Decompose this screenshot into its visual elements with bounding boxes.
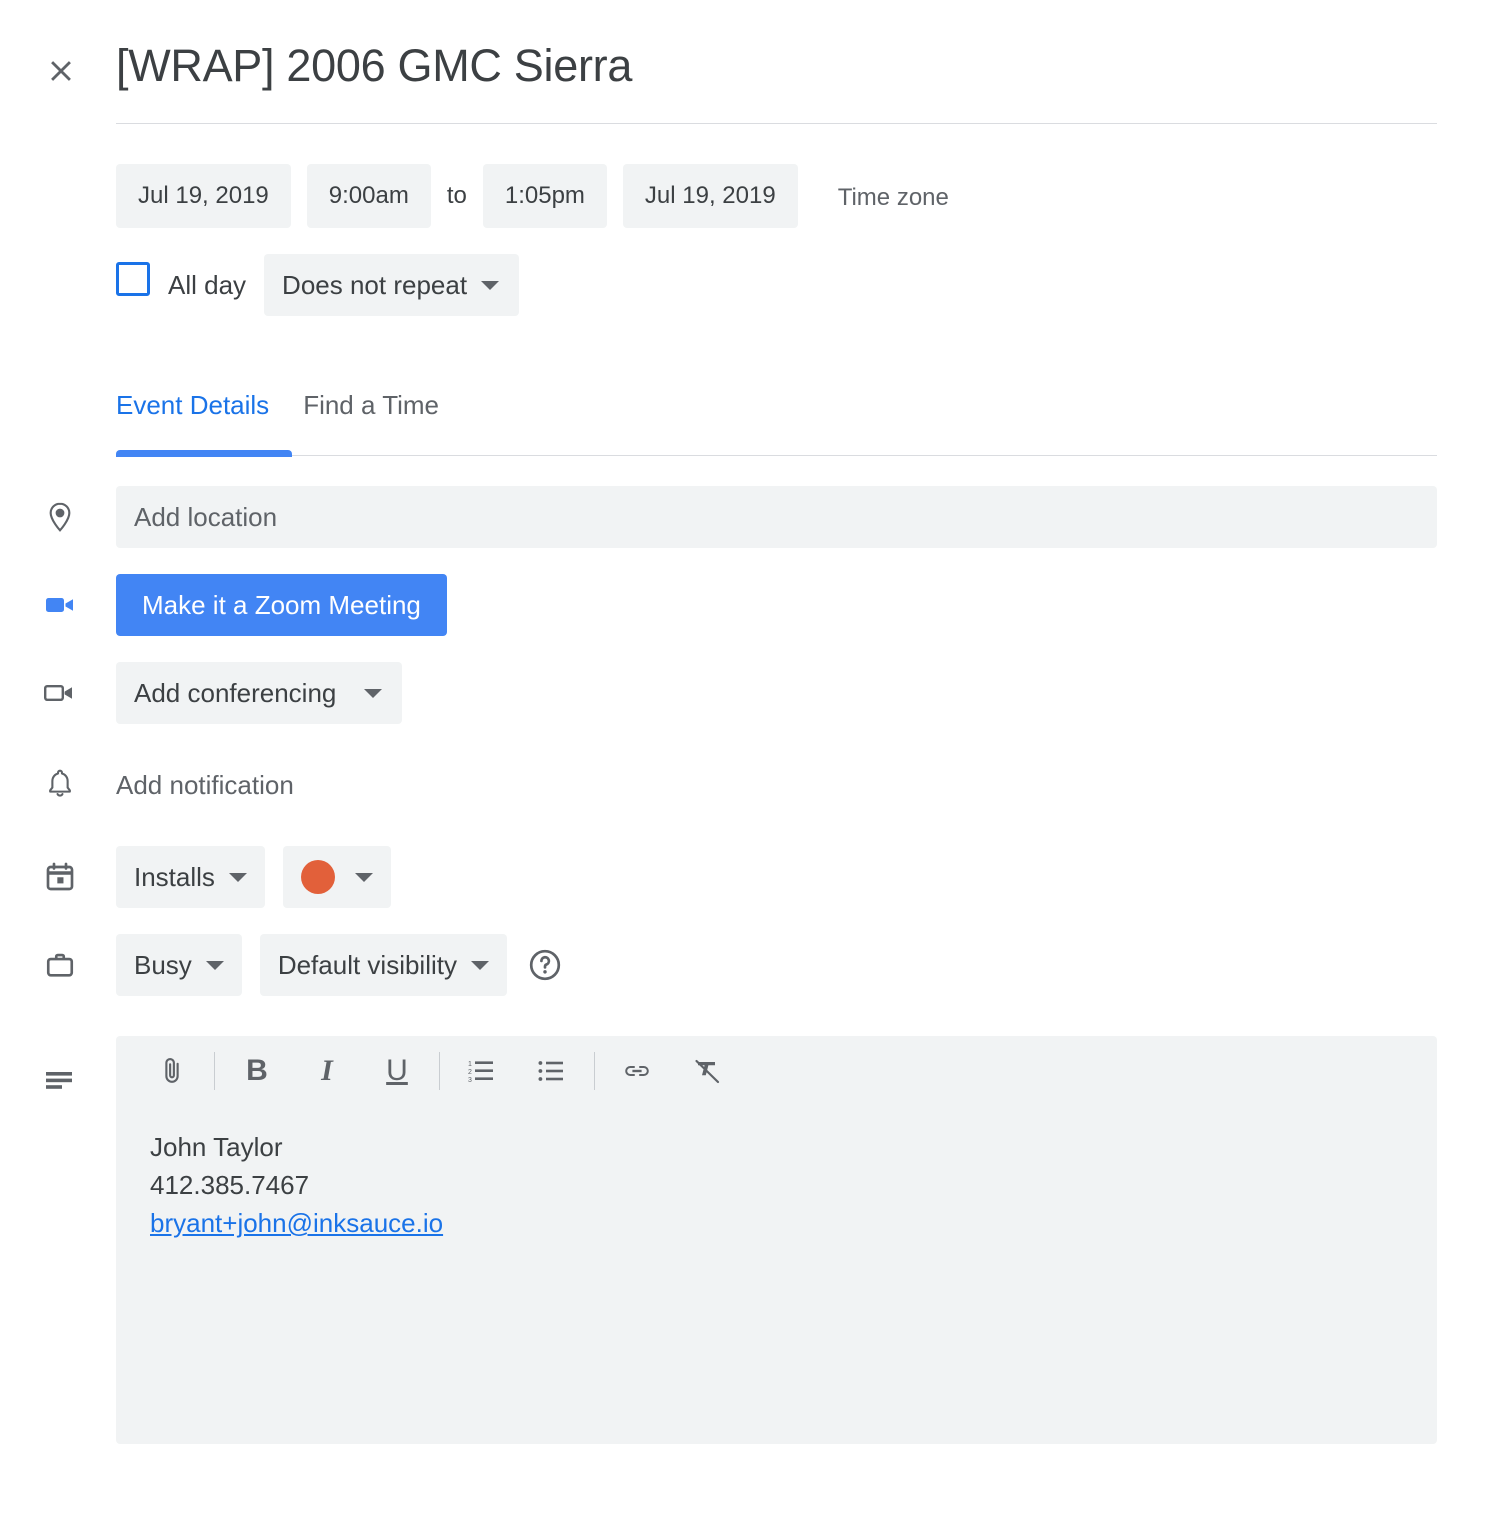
underline-glyph: U (386, 1054, 408, 1087)
description-toolbar: B I U 1 2 3 (116, 1036, 1437, 1106)
conferencing-row: Add conferencing (0, 662, 1498, 724)
toolbar-divider (594, 1052, 595, 1090)
close-icon[interactable] (36, 46, 86, 96)
chevron-down-icon (364, 688, 383, 698)
add-notification-button[interactable]: Add notification (116, 762, 294, 808)
chevron-down-icon (205, 960, 224, 970)
repeat-value: Does not repeat (282, 269, 468, 300)
description-phone: 412.385.7467 (150, 1170, 310, 1200)
chevron-down-icon (481, 280, 500, 290)
attach-file-icon[interactable] (146, 1045, 198, 1097)
description-lines-icon (38, 1058, 82, 1102)
busy-value: Busy (134, 949, 192, 980)
bell-icon (38, 762, 82, 806)
event-title[interactable]: [WRAP] 2006 GMC Sierra (116, 36, 1416, 96)
toolbar-divider (214, 1052, 215, 1090)
end-date-field[interactable]: Jul 19, 2019 (622, 164, 798, 228)
location-pin-icon (38, 495, 82, 539)
briefcase-icon (38, 943, 82, 987)
chevron-down-icon (228, 872, 247, 882)
description-editor: B I U 1 2 3 John Taylor 412.385.7467 bry… (116, 1036, 1437, 1444)
numbered-list-icon[interactable]: 1 2 3 (456, 1045, 508, 1097)
clear-formatting-icon[interactable] (681, 1045, 733, 1097)
active-tab-indicator (116, 450, 292, 457)
notification-row: Add notification (0, 762, 1498, 808)
repeat-dropdown[interactable]: Does not repeat (264, 254, 520, 316)
toolbar-divider (439, 1052, 440, 1090)
bold-icon[interactable]: B (231, 1045, 283, 1097)
video-camera-icon (38, 671, 82, 715)
datetime-row: Jul 19, 2019 9:00am to 1:05pm Jul 19, 20… (116, 164, 949, 228)
conferencing-value: Add conferencing (134, 677, 337, 708)
bulleted-list-icon[interactable] (526, 1045, 578, 1097)
availability-row: Busy Default visibility (0, 934, 1498, 996)
start-date-field[interactable]: Jul 19, 2019 (116, 164, 291, 228)
description-email-link[interactable]: bryant+john@inksauce.io (150, 1208, 443, 1238)
zoom-meeting-row: Make it a Zoom Meeting (0, 574, 1498, 636)
all-day-checkbox[interactable] (116, 262, 150, 296)
event-editor-page: [WRAP] 2006 GMC Sierra Jul 19, 2019 9:00… (0, 0, 1498, 1524)
all-day-row: All day Does not repeat (116, 254, 520, 316)
editor-header: [WRAP] 2006 GMC Sierra (0, 0, 1498, 124)
calendar-value: Installs (134, 861, 215, 892)
calendar-icon (38, 855, 82, 899)
event-color-swatch (300, 860, 335, 894)
title-divider (116, 123, 1437, 124)
svg-text:3: 3 (468, 1077, 472, 1084)
tab-find-a-time[interactable]: Find a Time (303, 390, 439, 448)
svg-text:1: 1 (468, 1061, 472, 1068)
bold-glyph: B (246, 1054, 268, 1087)
end-time-field[interactable]: 1:05pm (482, 164, 607, 228)
busy-free-dropdown[interactable]: Busy (116, 934, 242, 996)
time-zone-button[interactable]: Time zone (814, 164, 949, 228)
event-color-select[interactable] (282, 846, 391, 908)
location-input[interactable] (116, 486, 1437, 548)
description-name: John Taylor (150, 1132, 283, 1162)
tabs-baseline (116, 455, 1437, 456)
calendar-select[interactable]: Installs (116, 846, 265, 908)
to-label: to (446, 182, 467, 209)
insert-link-icon[interactable] (611, 1045, 663, 1097)
make-zoom-meeting-button[interactable]: Make it a Zoom Meeting (116, 574, 447, 636)
italic-glyph: I (321, 1054, 333, 1087)
location-row (0, 486, 1498, 548)
start-time-field[interactable]: 9:00am (306, 164, 431, 228)
italic-icon[interactable]: I (301, 1045, 353, 1097)
all-day-label[interactable]: All day (168, 254, 246, 316)
svg-text:2: 2 (468, 1069, 472, 1076)
help-circle-icon[interactable] (527, 947, 563, 983)
visibility-value: Default visibility (277, 949, 457, 980)
chevron-down-icon (470, 960, 489, 970)
description-content[interactable]: John Taylor 412.385.7467 bryant+john@ink… (116, 1106, 1437, 1242)
underline-icon[interactable]: U (371, 1045, 423, 1097)
visibility-dropdown[interactable]: Default visibility (259, 934, 507, 996)
tab-event-details[interactable]: Event Details (116, 390, 269, 448)
add-conferencing-dropdown[interactable]: Add conferencing (116, 662, 403, 724)
chevron-down-icon (354, 872, 373, 882)
calendar-row: Installs (0, 846, 1498, 908)
zoom-video-icon (38, 583, 82, 627)
